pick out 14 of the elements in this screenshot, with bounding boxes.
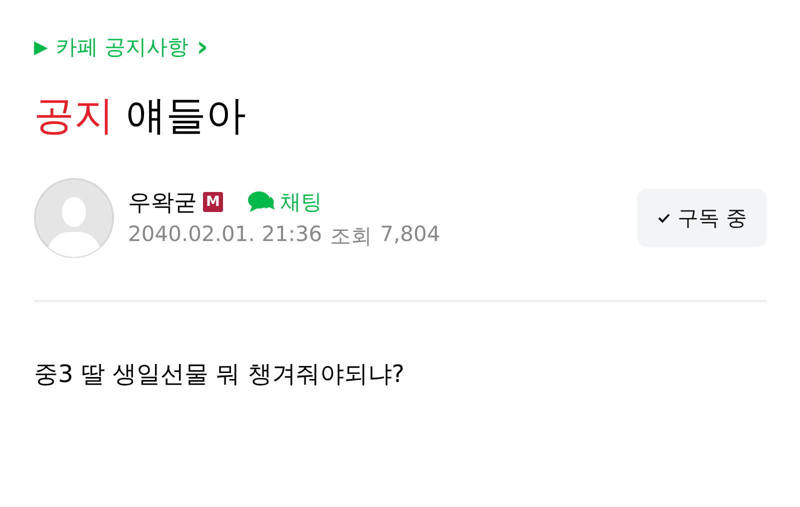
post-body: 중3 딸 생일선물 뭐 챙겨줘야되냐? [34,359,406,390]
subscribe-button[interactable]: 구독 중 [637,189,767,247]
view-count: 7,804 [380,222,440,248]
play-icon: ▶ [34,36,48,58]
views-label: 조회 [330,222,372,250]
post-date: 2040.02.01. 21:36 [128,222,322,248]
chevron-icon: › [196,33,208,61]
avatar-icon[interactable] [34,178,114,258]
notice-tag: 공지 [34,90,114,142]
post-title: 얘들아 [126,92,246,141]
check-icon [657,212,672,224]
author-name[interactable]: 우왁굳 [128,186,197,218]
member-badge: M [203,192,223,212]
chat-bubbles-icon [247,190,277,214]
